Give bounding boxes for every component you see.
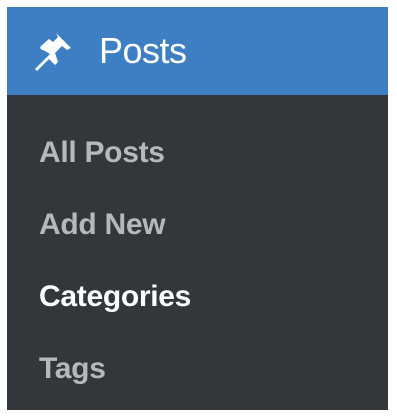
posts-submenu: All Posts Add New Categories Tags [7, 95, 388, 410]
submenu-item-label: All Posts [39, 136, 165, 169]
submenu-item-tags[interactable]: Tags [7, 333, 388, 405]
menu-header-posts[interactable]: Posts [7, 7, 388, 95]
admin-menu-posts: Posts All Posts Add New Categories Tags [7, 7, 388, 410]
submenu-item-add-new[interactable]: Add New [7, 189, 388, 261]
submenu-item-label: Add New [39, 208, 166, 241]
submenu-item-label: Categories [39, 280, 192, 313]
submenu-item-all-posts[interactable]: All Posts [7, 117, 388, 189]
menu-header-label: Posts [99, 30, 187, 71]
pushpin-icon [31, 29, 75, 73]
submenu-item-label: Tags [39, 352, 106, 385]
submenu-item-categories[interactable]: Categories [7, 261, 388, 333]
